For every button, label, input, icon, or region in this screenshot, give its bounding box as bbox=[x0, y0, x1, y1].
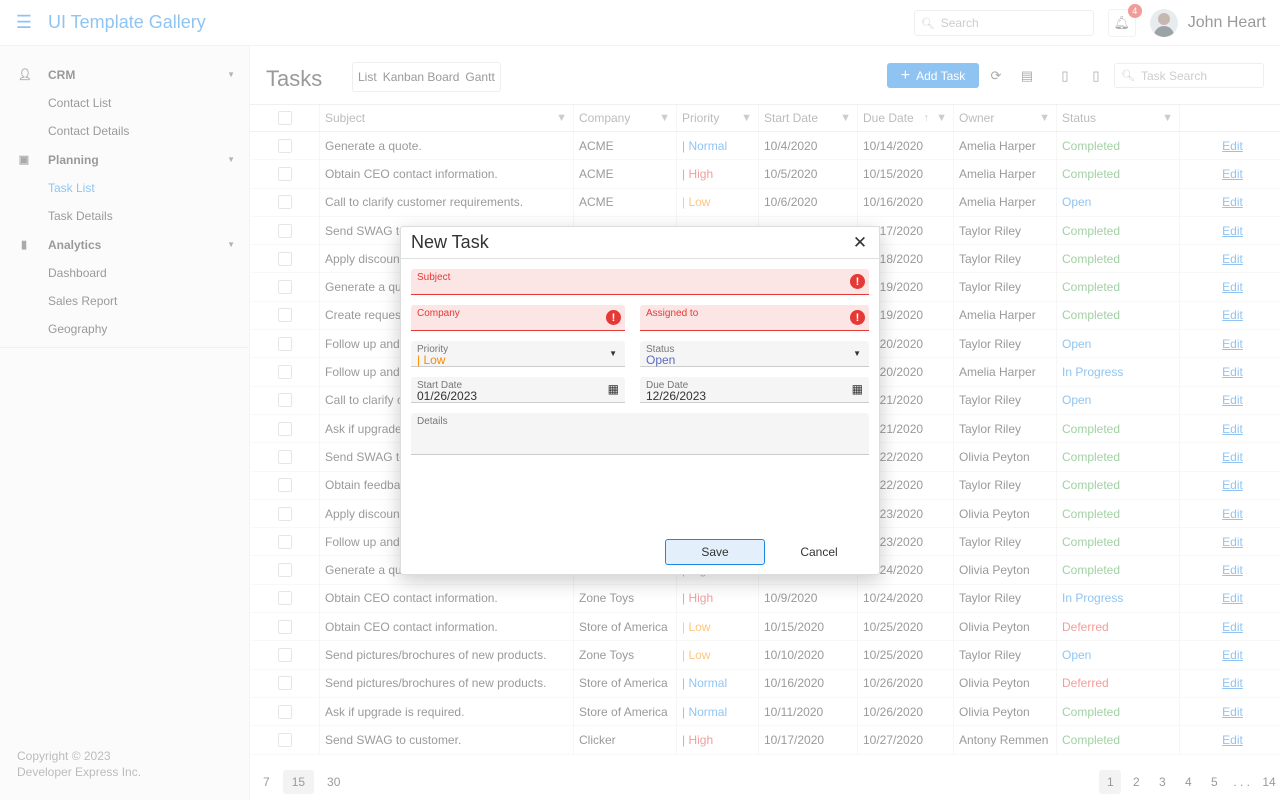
calendar-icon[interactable]: ▦ bbox=[852, 382, 863, 396]
save-button[interactable]: Save bbox=[665, 539, 765, 565]
error-icon: ! bbox=[850, 310, 865, 325]
dialog-header: New Task ✕ bbox=[401, 227, 879, 259]
status-value: Open bbox=[646, 353, 676, 367]
start-date-value: 01/26/2023 bbox=[417, 389, 478, 403]
start-date-field[interactable]: Start Date 01/26/2023 ▦ bbox=[411, 377, 625, 403]
company-field[interactable]: Company ! bbox=[411, 305, 625, 331]
close-icon[interactable]: ✕ bbox=[849, 232, 871, 254]
subject-label: Subject bbox=[417, 272, 451, 283]
details-field[interactable]: Details bbox=[411, 413, 869, 455]
calendar-icon[interactable]: ▦ bbox=[608, 382, 619, 396]
subject-field[interactable]: Subject ! bbox=[411, 269, 869, 295]
due-date-field[interactable]: Due Date 12/26/2023 ▦ bbox=[640, 377, 869, 403]
dropdown-arrow-icon: ▼ bbox=[853, 349, 861, 358]
new-task-dialog: New Task ✕ Subject ! Company ! Assigned … bbox=[400, 226, 880, 575]
status-select[interactable]: Status Open ▼ bbox=[640, 341, 869, 367]
priority-value: | Low bbox=[417, 353, 446, 367]
due-date-value: 12/26/2023 bbox=[646, 389, 707, 403]
error-icon: ! bbox=[850, 274, 865, 289]
details-label: Details bbox=[417, 416, 448, 427]
priority-select[interactable]: Priority | Low ▼ bbox=[411, 341, 625, 367]
assigned-to-field[interactable]: Assigned to ! bbox=[640, 305, 869, 331]
error-icon: ! bbox=[606, 310, 621, 325]
cancel-button[interactable]: Cancel bbox=[769, 539, 869, 565]
dropdown-arrow-icon: ▼ bbox=[609, 349, 617, 358]
assigned-to-label: Assigned to bbox=[646, 308, 699, 319]
dialog-title: New Task bbox=[411, 232, 489, 252]
company-label: Company bbox=[417, 308, 460, 319]
